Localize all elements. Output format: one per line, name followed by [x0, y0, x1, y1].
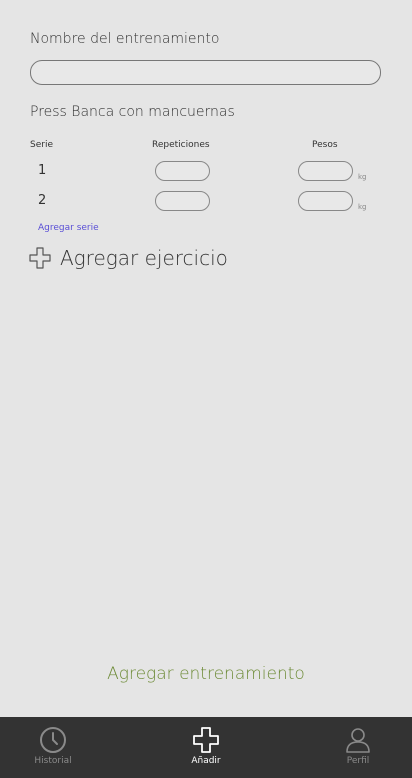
- weight-unit: kg: [358, 203, 367, 211]
- nav-item-historial[interactable]: Historial: [29, 717, 77, 778]
- column-header-repetitions: Repeticiones: [152, 140, 210, 150]
- nav-label-historial: Historial: [34, 756, 72, 766]
- reps-input[interactable]: [155, 191, 210, 211]
- reps-input[interactable]: [155, 161, 210, 181]
- weight-input[interactable]: [298, 161, 353, 181]
- set-number: 2: [38, 193, 47, 208]
- workout-name-input[interactable]: [30, 60, 381, 85]
- exercise-title: Press Banca con mancuernas: [30, 104, 235, 120]
- plus-icon: [193, 727, 219, 753]
- column-header-serie: Serie: [30, 140, 53, 150]
- column-header-weight: Pesos: [312, 140, 338, 150]
- add-set-link[interactable]: Agregar serie: [38, 223, 99, 233]
- nav-label-anadir: Añadir: [191, 756, 221, 766]
- user-icon: [346, 728, 370, 753]
- nav-item-anadir[interactable]: Añadir: [182, 717, 230, 778]
- add-exercise-button[interactable]: Agregar ejercicio: [29, 246, 228, 270]
- nav-item-perfil[interactable]: Perfil: [334, 717, 382, 778]
- bottom-navigation: Historial Añadir Perfil: [0, 717, 412, 778]
- weight-input[interactable]: [298, 191, 353, 211]
- clock-icon: [40, 727, 66, 753]
- set-number: 1: [38, 163, 47, 178]
- nav-label-perfil: Perfil: [346, 756, 370, 766]
- weight-unit: kg: [358, 173, 367, 181]
- workout-name-label: Nombre del entrenamiento: [30, 31, 220, 47]
- plus-icon: [29, 247, 51, 269]
- add-workout-button[interactable]: Agregar entrenamiento: [0, 664, 412, 684]
- add-exercise-label: Agregar ejercicio: [60, 246, 228, 270]
